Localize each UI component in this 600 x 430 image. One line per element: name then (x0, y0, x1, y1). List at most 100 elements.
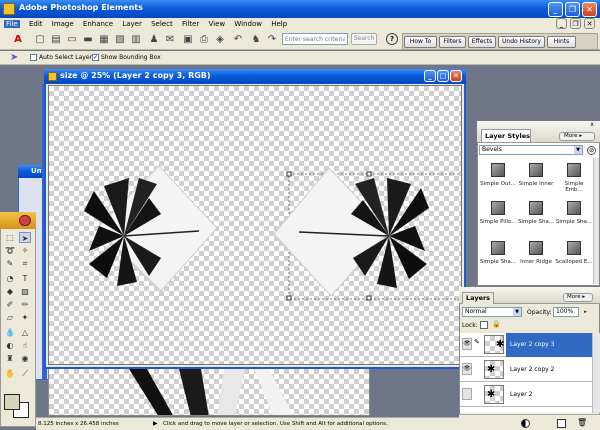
web-photo-icon[interactable]: ▣ (180, 32, 196, 47)
document-canvas[interactable] (48, 85, 462, 365)
eye-icon[interactable] (462, 388, 472, 400)
email-icon[interactable]: ✉ (162, 32, 178, 47)
style-simple-emboss[interactable]: Simple Emb... (555, 158, 593, 193)
redo-icon[interactable]: ↷ (264, 32, 280, 47)
tab-filters[interactable]: Filters (439, 36, 466, 48)
menu-filter[interactable]: Filter (182, 20, 199, 28)
blend-mode-select[interactable]: Normal ▼ (462, 307, 522, 317)
magic-wand-tool[interactable]: ✧ (19, 245, 31, 256)
lasso-tool[interactable]: ➰ (4, 245, 16, 256)
trash-icon[interactable]: 🗑 (577, 418, 587, 428)
doc-minimize-button[interactable]: _ (556, 18, 567, 29)
help-icon[interactable]: ? (386, 33, 398, 45)
new-file-icon[interactable]: ▢ (32, 32, 48, 47)
style-simple-pillow[interactable]: Simple Pillo... (479, 196, 517, 225)
lock-all-icon[interactable]: 🔒 (492, 321, 501, 329)
tab-how-to[interactable]: How To (404, 36, 437, 48)
style-scalloped-edge[interactable]: Scalloped E... (555, 236, 593, 265)
layer-row-copy-2[interactable]: 👁 ✱ Layer 2 copy 2 (460, 358, 600, 382)
restore-button[interactable]: ❐ (565, 2, 580, 17)
stamp-icon[interactable]: ♟ (146, 32, 162, 47)
paint-bucket-tool[interactable]: ◆ (4, 286, 16, 297)
opacity-input[interactable]: 100% (553, 307, 579, 317)
new-fill-layer-icon[interactable] (521, 419, 530, 428)
style-inner-ridge[interactable]: Inner Ridge (517, 236, 555, 265)
browse-icon[interactable]: ▤ (48, 32, 64, 47)
layers-more-button[interactable]: More ▸ (563, 293, 593, 302)
tab-hints[interactable]: Hints (547, 36, 576, 48)
layers-scrollbar[interactable] (592, 333, 600, 413)
zoom-tool[interactable]: ◔ (4, 273, 16, 284)
pencil-tool[interactable]: ✏ (19, 299, 31, 310)
tab-undo-history[interactable]: Undo History (498, 36, 545, 48)
smudge-tool[interactable]: ☝ (19, 340, 31, 351)
menu-help[interactable]: Help (271, 20, 287, 28)
hand-tool[interactable]: ✋ (4, 368, 16, 379)
print-icon[interactable]: ▥ (128, 32, 144, 47)
step-icon[interactable]: ♞ (248, 32, 264, 47)
clone-stamp-tool[interactable]: ♜ (4, 353, 16, 364)
menu-select[interactable]: Select (151, 20, 173, 28)
style-simple-sharp-2[interactable]: Simple Sha... (555, 196, 593, 225)
layer-row-copy-3[interactable]: 👁 ✎ ✱ Layer 2 copy 3 (460, 333, 600, 357)
crop-tool[interactable]: ⌗ (19, 258, 31, 269)
new-layer-icon[interactable] (557, 419, 566, 428)
lock-transparency-icon[interactable] (480, 321, 488, 329)
red-eye-tool[interactable]: ◉ (19, 353, 31, 364)
shape-tool[interactable]: ✦ (19, 312, 31, 323)
marquee-tool[interactable]: ⬚ (4, 232, 16, 243)
style-simple-inner[interactable]: Simple Inner (517, 158, 555, 187)
foreground-color-swatch[interactable] (4, 394, 20, 410)
layer-styles-more-button[interactable]: More ▸ (559, 132, 595, 141)
type-tool[interactable]: T (19, 273, 31, 284)
eye-icon[interactable]: 👁 (462, 338, 472, 350)
layer-row-2[interactable]: ✱ Layer 2 (460, 383, 600, 407)
auto-select-checkbox[interactable] (30, 54, 37, 61)
search-button[interactable]: Search (351, 33, 377, 45)
undo-icon[interactable]: ↶ (230, 32, 246, 47)
menu-enhance[interactable]: Enhance (83, 20, 113, 28)
selection-brush-tool[interactable]: ✎ (4, 258, 16, 269)
sharpen-tool[interactable]: △ (19, 327, 31, 338)
printer-icon[interactable]: ⎙ (196, 32, 212, 47)
eyedropper-tool[interactable]: ⟋ (19, 368, 31, 379)
opacity-arrow-icon[interactable]: ▸ (581, 307, 590, 317)
layers-tab[interactable]: Layers (462, 292, 494, 304)
save-web-icon[interactable]: ▧ (112, 32, 128, 47)
menu-view[interactable]: View (209, 20, 226, 28)
menu-window[interactable]: Window (234, 20, 262, 28)
scanner-icon[interactable]: ▬ (80, 32, 96, 47)
close-button[interactable]: ✕ (582, 2, 597, 17)
clear-style-icon[interactable]: ⊘ (587, 146, 596, 155)
search-input[interactable] (282, 33, 348, 45)
bounding-box-checkbox[interactable]: ✓ (92, 54, 99, 61)
gradient-tool[interactable]: ▨ (19, 286, 31, 297)
eye-icon[interactable]: 👁 (462, 363, 472, 375)
document-close-button[interactable]: ✕ (450, 70, 462, 82)
layer-styles-category-select[interactable]: Bevels ▼ (479, 145, 583, 155)
layer-styles-tab[interactable]: Layer Styles (481, 129, 531, 142)
open-folder-icon[interactable]: ▭ (64, 32, 80, 47)
sponge-tool[interactable]: ◐ (4, 340, 16, 351)
eraser-tool[interactable]: ▱ (4, 312, 16, 323)
minimize-button[interactable]: _ (548, 2, 563, 17)
menu-edit[interactable]: Edit (29, 20, 43, 28)
brush-tool[interactable]: ✐ (4, 299, 16, 310)
style-simple-sharp-3[interactable]: Simple Sha... (479, 236, 517, 265)
style-simple-sharp-1[interactable]: Simple Sha... (517, 196, 555, 225)
menu-layer[interactable]: Layer (122, 20, 142, 28)
save-icon[interactable]: ▦ (96, 32, 112, 47)
play-icon[interactable]: ▶ (153, 418, 158, 430)
menu-file[interactable]: File (4, 20, 20, 28)
style-simple-outer[interactable]: Simple Out... (479, 158, 517, 187)
document-maximize-button[interactable]: □ (437, 70, 449, 82)
blur-tool[interactable]: 💧 (4, 327, 16, 338)
attach-icon[interactable]: ◈ (212, 32, 228, 47)
move-tool[interactable]: ➤ (19, 232, 31, 243)
doc-restore-button[interactable]: ❐ (570, 18, 581, 29)
layer-styles-close-icon[interactable]: x (588, 122, 596, 129)
brush-link-icon[interactable]: ✎ (474, 338, 482, 350)
doc-close-button[interactable]: ✕ (584, 18, 595, 29)
document-minimize-button[interactable]: _ (424, 70, 436, 82)
menu-image[interactable]: Image (52, 20, 74, 28)
